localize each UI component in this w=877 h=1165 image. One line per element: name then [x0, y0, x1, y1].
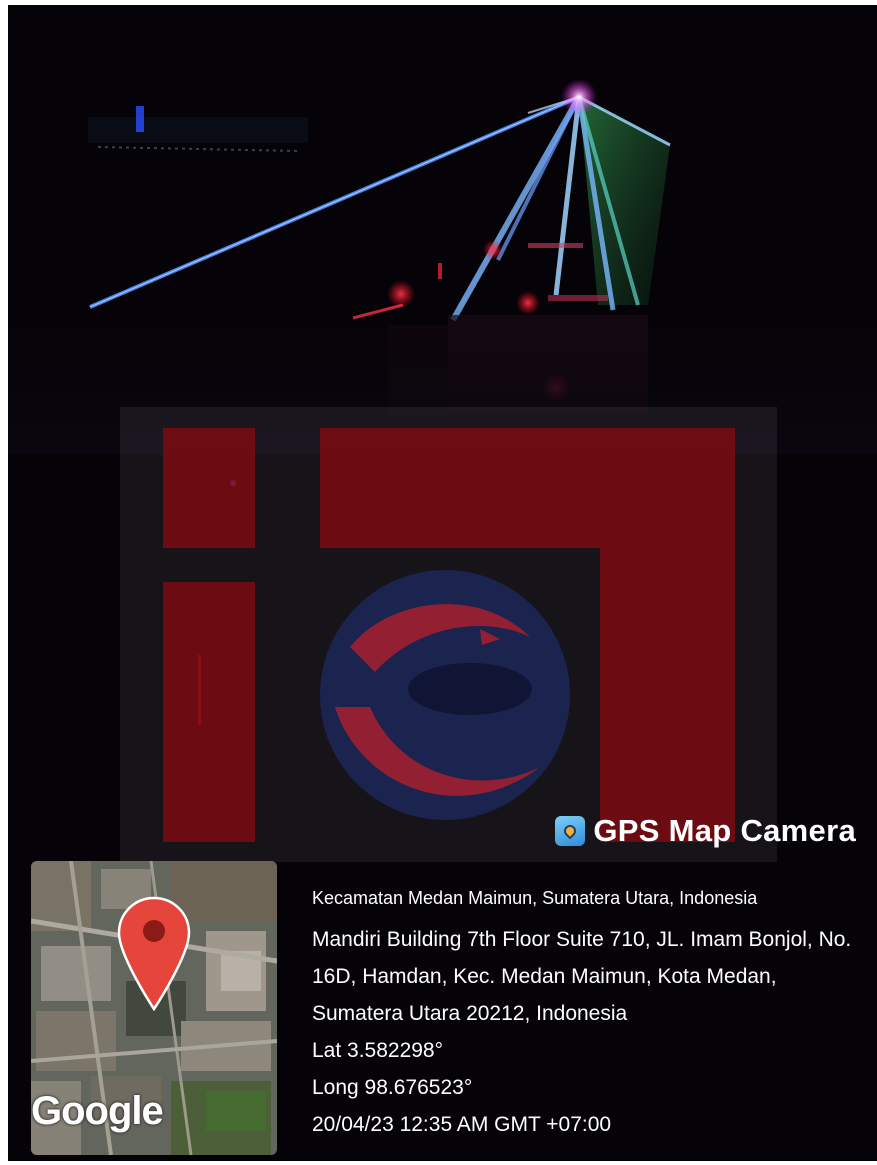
longitude-label: Long 98.676523°	[312, 1076, 473, 1099]
map-thumbnail: Google	[31, 861, 277, 1155]
map-attribution: Google	[31, 1089, 164, 1133]
region-label: Kecamatan Medan Maimun, Sumatera Utara, …	[312, 888, 758, 908]
indonesiasatu-watermark-logo	[120, 407, 777, 862]
datetime-label: 20/04/23 12:35 AM GMT +07:00	[312, 1113, 612, 1136]
photo-frame: GPS Map Camera Google Kecamatan Medan Ma…	[8, 5, 877, 1161]
gps-map-camera-app-icon	[555, 816, 586, 846]
street-address: Mandiri Building 7th Floor Suite 710, JL…	[312, 928, 852, 1025]
location-info: Kecamatan Medan Maimun, Sumatera Utara, …	[312, 885, 862, 1143]
latitude-label: Lat 3.582298°	[312, 1039, 444, 1062]
gps-stamp-header: GPS Map Camera	[555, 813, 856, 849]
app-name: GPS Map Camera	[593, 813, 856, 848]
